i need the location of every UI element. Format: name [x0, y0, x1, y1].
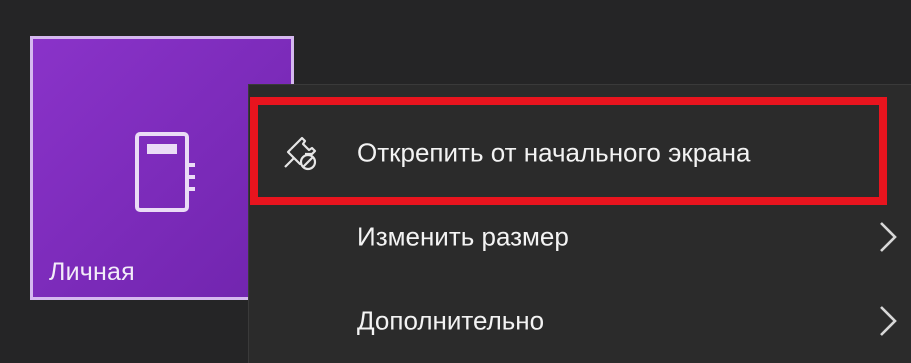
- chevron-right-icon: [880, 306, 897, 336]
- notebook-icon: [135, 132, 195, 212]
- menu-item-resize[interactable]: Изменить размер: [249, 197, 911, 277]
- chevron-right-icon: [880, 222, 897, 252]
- menu-item-unpin[interactable]: Открепить от начального экрана: [249, 113, 911, 193]
- menu-item-more[interactable]: Дополнительно: [249, 281, 911, 361]
- menu-item-label: Дополнительно: [357, 305, 545, 336]
- tile-label: Личная: [49, 258, 135, 286]
- unpin-icon: [284, 136, 317, 171]
- context-menu: Открепить от начального экрана Изменить …: [248, 84, 911, 363]
- menu-item-label: Изменить размер: [357, 221, 569, 252]
- menu-item-label: Открепить от начального экрана: [357, 137, 751, 168]
